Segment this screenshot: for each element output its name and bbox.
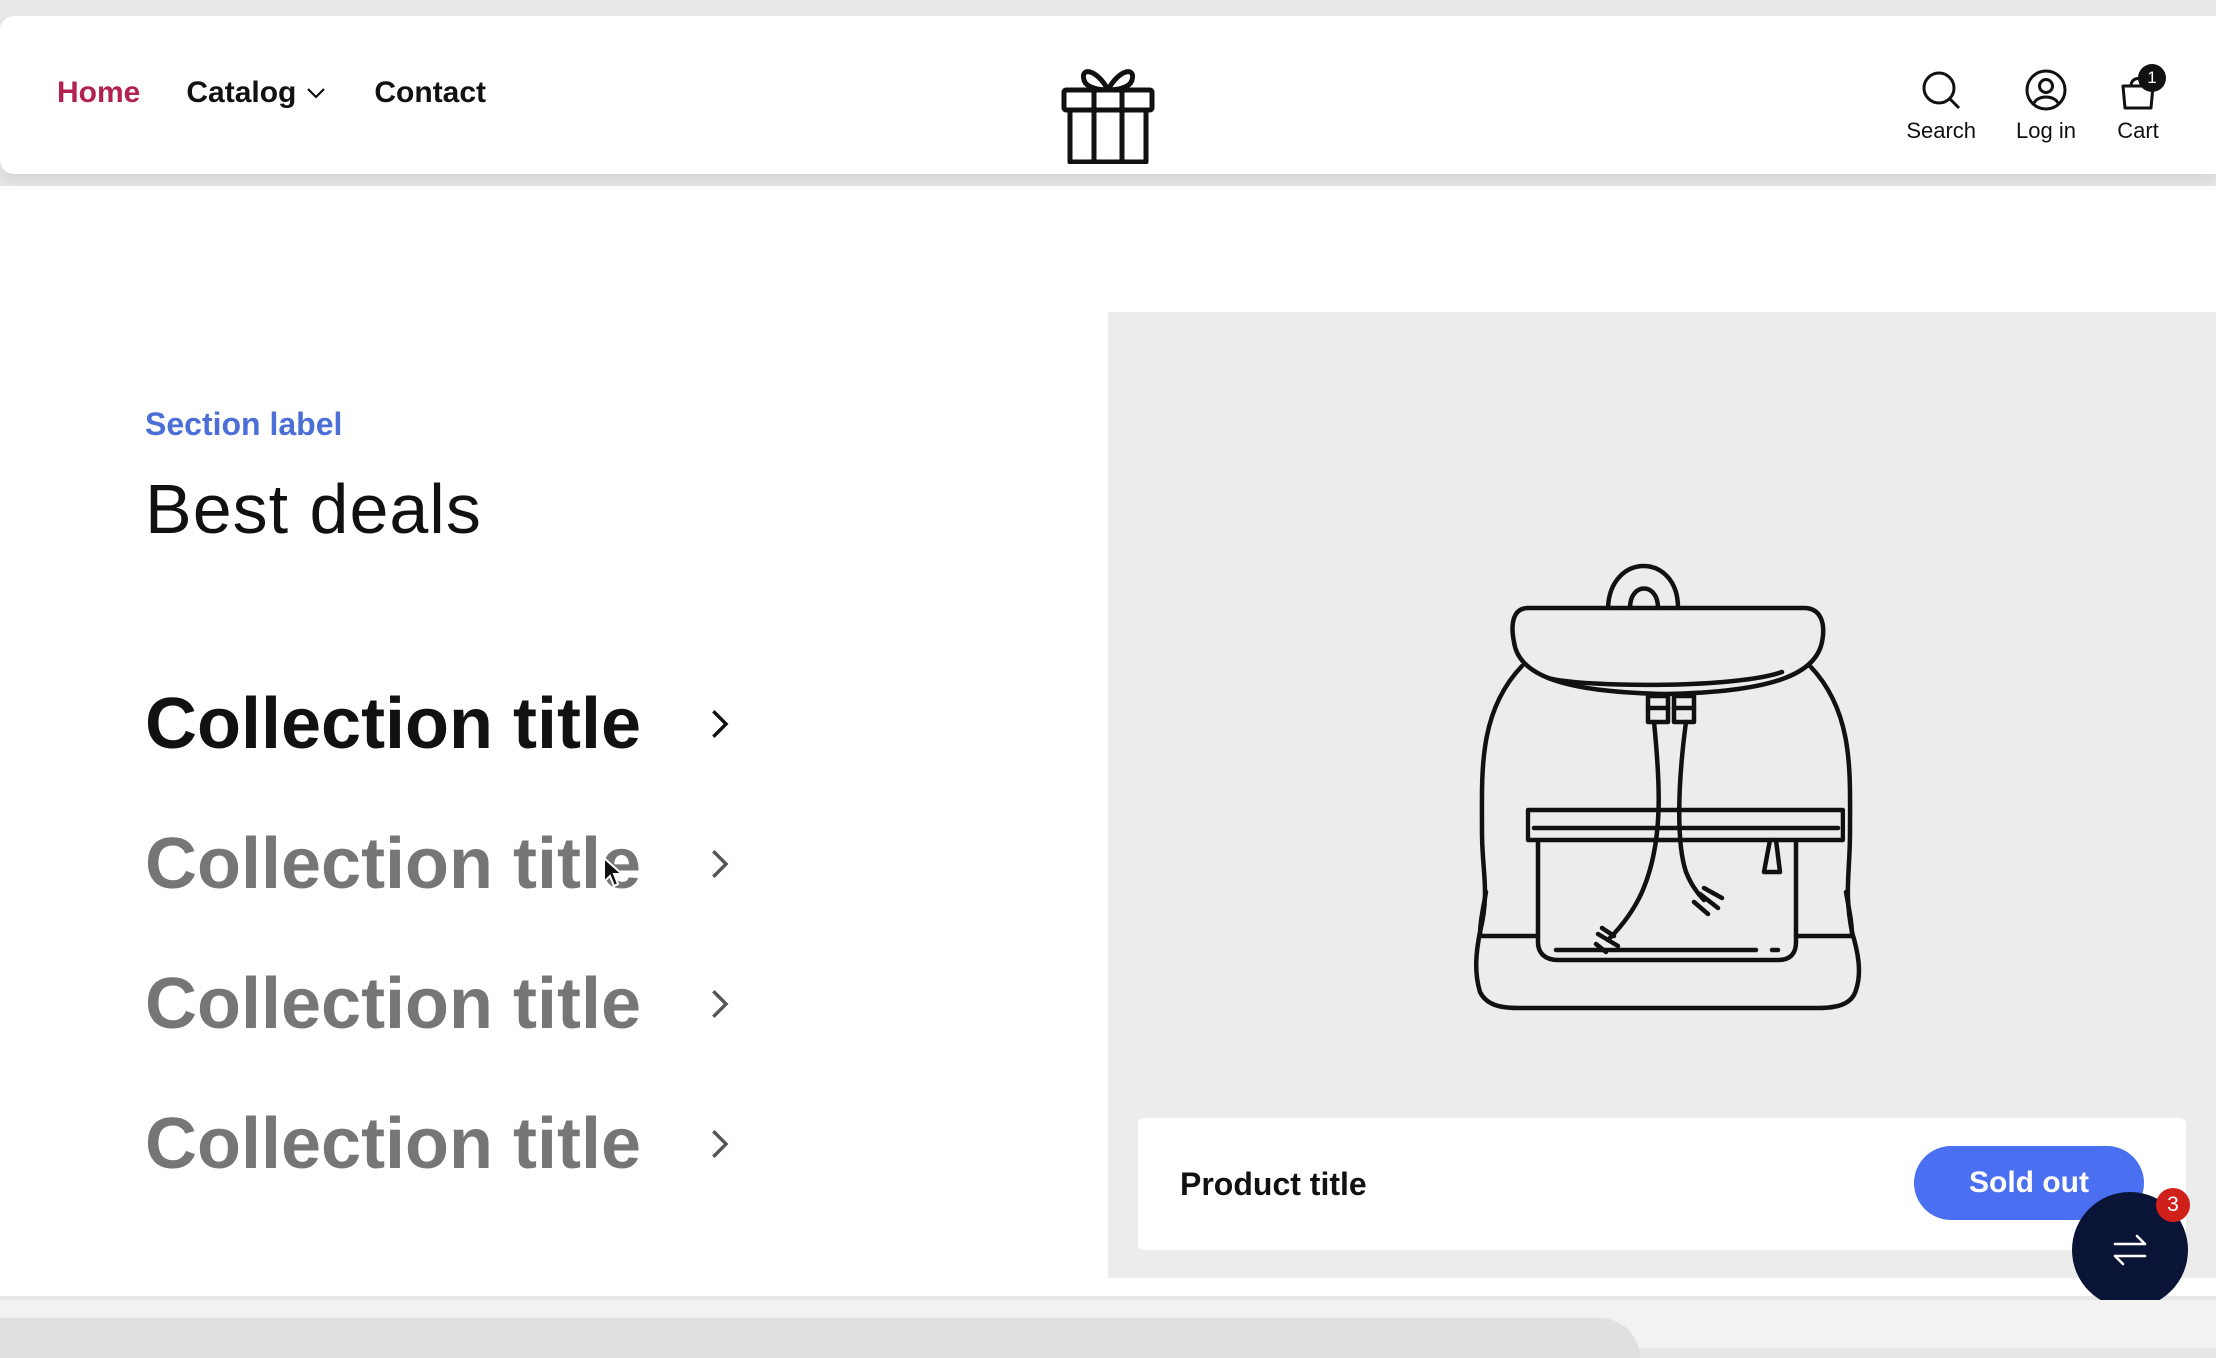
collection-list-section: Section label Best deals Collection titl… — [0, 186, 2216, 1296]
section-intro: Section label Best deals — [145, 406, 482, 549]
notification-badge: 3 — [2156, 1188, 2190, 1222]
chevron-down-icon — [307, 88, 326, 99]
collection-title: Collection title — [145, 964, 642, 1044]
collection-link-4[interactable]: Collection title — [145, 1074, 736, 1214]
nav-catalog-label: Catalog — [186, 76, 297, 109]
collection-links: Collection title Collection title Collec… — [145, 654, 736, 1214]
backpack-illustration[interactable] — [1438, 542, 1898, 1032]
chevron-right-icon — [712, 850, 729, 878]
top-strip — [0, 0, 2216, 16]
collection-title: Collection title — [145, 1104, 642, 1184]
chevron-right-icon — [712, 710, 729, 738]
search-icon — [1922, 71, 1961, 110]
cart-button[interactable]: 1 Cart — [2116, 64, 2166, 144]
swap-arrows-icon — [2113, 1234, 2147, 1266]
collection-link-3[interactable]: Collection title — [145, 934, 736, 1074]
collection-link-1[interactable]: Collection title — [145, 654, 736, 794]
cart-label: Cart — [2117, 118, 2159, 143]
nav-catalog-link[interactable]: Catalog — [186, 76, 328, 110]
main-nav: Home Catalog Contact — [57, 76, 486, 110]
login-label: Log in — [2016, 118, 2076, 143]
mouse-cursor-icon — [603, 856, 624, 888]
chevron-right-icon — [712, 1130, 729, 1158]
chevron-right-icon — [712, 990, 729, 1018]
search-label: Search — [1906, 118, 1977, 143]
nav-home-link[interactable]: Home — [57, 76, 140, 110]
section-heading: Best deals — [145, 470, 482, 548]
header-actions: Search Log in 1 Cart — [1906, 64, 2166, 144]
collection-title: Collection title — [145, 684, 642, 764]
product-title: Product title — [1180, 1166, 1367, 1202]
cart-count-badge: 1 — [2138, 64, 2166, 92]
nav-contact-link[interactable]: Contact — [374, 76, 486, 110]
login-button[interactable]: Log in — [2016, 68, 2076, 144]
next-section-shadow — [0, 1318, 1640, 1358]
account-icon — [2025, 69, 2067, 111]
product-card[interactable]: Product title Sold out — [1138, 1118, 2186, 1250]
search-button[interactable]: Search — [1906, 68, 1976, 144]
site-header: Home Catalog Contact Search Log in 1 Car… — [0, 16, 2216, 174]
product-panel: Product title Sold out — [1108, 312, 2216, 1278]
floating-action-button[interactable]: 3 — [2072, 1188, 2190, 1308]
gift-logo-icon[interactable] — [1060, 60, 1156, 164]
collection-link-2[interactable]: Collection title — [145, 794, 736, 934]
section-label: Section label — [145, 406, 343, 442]
